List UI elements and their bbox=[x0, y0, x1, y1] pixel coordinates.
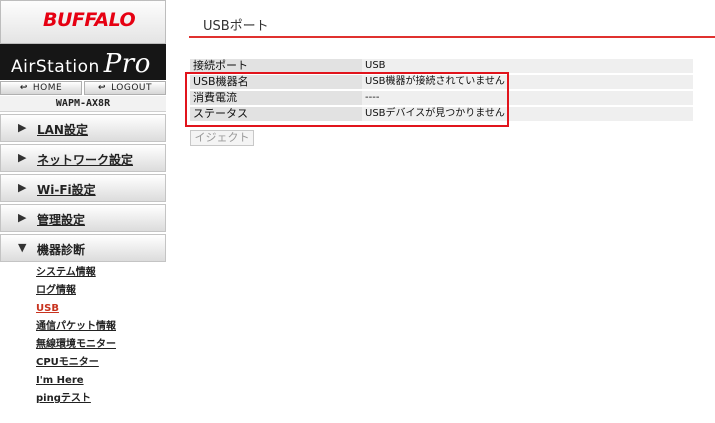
triangle-right-icon: ▶ bbox=[18, 121, 27, 134]
submenu-cpu-monitor[interactable]: CPUモニター bbox=[36, 356, 116, 374]
menu-item-label: ネットワーク設定 bbox=[37, 153, 134, 167]
return-arrow-icon: ↩ bbox=[19, 83, 28, 93]
table-row: 接続ポート USB bbox=[190, 59, 693, 73]
sidebar: BUFFALO AirStation Pro ↩ HOME ↩ LOGOUT WAPM… bbox=[0, 0, 167, 423]
brand-text: AirStation Pro bbox=[11, 49, 151, 79]
triangle-down-icon: ▼ bbox=[18, 241, 27, 254]
submenu-ping-test[interactable]: pingテスト bbox=[36, 392, 116, 410]
triangle-right-icon: ▶ bbox=[18, 181, 27, 194]
product-brand-banner: AirStation Pro bbox=[0, 44, 166, 80]
row-key: 接続ポート bbox=[190, 59, 362, 73]
submenu-wireless-monitor[interactable]: 無線環境モニター bbox=[36, 338, 116, 356]
buffalo-logo: BUFFALO bbox=[0, 0, 166, 44]
submenu-packet-info[interactable]: 通信パケット情報 bbox=[36, 320, 116, 338]
menu-item-label: LAN設定 bbox=[37, 123, 88, 137]
submenu-system-info[interactable]: システム情報 bbox=[36, 266, 116, 284]
menu-item-wifi[interactable]: ▶ Wi-Fi設定 bbox=[0, 174, 166, 202]
menu-item-label: Wi-Fi設定 bbox=[37, 183, 96, 197]
triangle-right-icon: ▶ bbox=[18, 211, 27, 224]
submenu-usb[interactable]: USB bbox=[36, 302, 116, 320]
brand-tier: Pro bbox=[103, 49, 151, 79]
diagnostics-submenu: システム情報 ログ情報 USB 通信パケット情報 無線環境モニター CPUモニタ… bbox=[36, 266, 116, 410]
logo-text: BUFFALO bbox=[43, 9, 136, 31]
submenu-log-info[interactable]: ログ情報 bbox=[36, 284, 116, 302]
menu-item-label: 管理設定 bbox=[37, 213, 86, 227]
brand-name: AirStation bbox=[11, 57, 100, 77]
return-arrow-icon: ↩ bbox=[98, 83, 107, 93]
main-content: USBポート 接続ポート USB USB機器名 USB機器が接続されていません … bbox=[175, 0, 715, 423]
home-button-label: HOME bbox=[32, 83, 63, 93]
row-value: USB bbox=[362, 59, 693, 73]
triangle-right-icon: ▶ bbox=[18, 151, 27, 164]
menu-item-diagnostics[interactable]: ▼ 機器診断 bbox=[0, 234, 166, 262]
model-name: WAPM-AX8R bbox=[0, 96, 166, 112]
submenu-im-here[interactable]: I'm Here bbox=[36, 374, 116, 392]
menu-item-label: 機器診断 bbox=[37, 243, 86, 257]
eject-button[interactable]: イジェクト bbox=[190, 130, 254, 146]
logout-button-label: LOGOUT bbox=[111, 83, 152, 93]
home-button[interactable]: ↩ HOME bbox=[0, 81, 82, 95]
menu-item-management[interactable]: ▶ 管理設定 bbox=[0, 204, 166, 232]
highlight-box bbox=[185, 72, 509, 127]
title-divider bbox=[189, 36, 715, 38]
page-title: USBポート bbox=[203, 19, 269, 34]
logout-button[interactable]: ↩ LOGOUT bbox=[84, 81, 166, 95]
menu-item-lan[interactable]: ▶ LAN設定 bbox=[0, 114, 166, 142]
menu-item-network[interactable]: ▶ ネットワーク設定 bbox=[0, 144, 166, 172]
